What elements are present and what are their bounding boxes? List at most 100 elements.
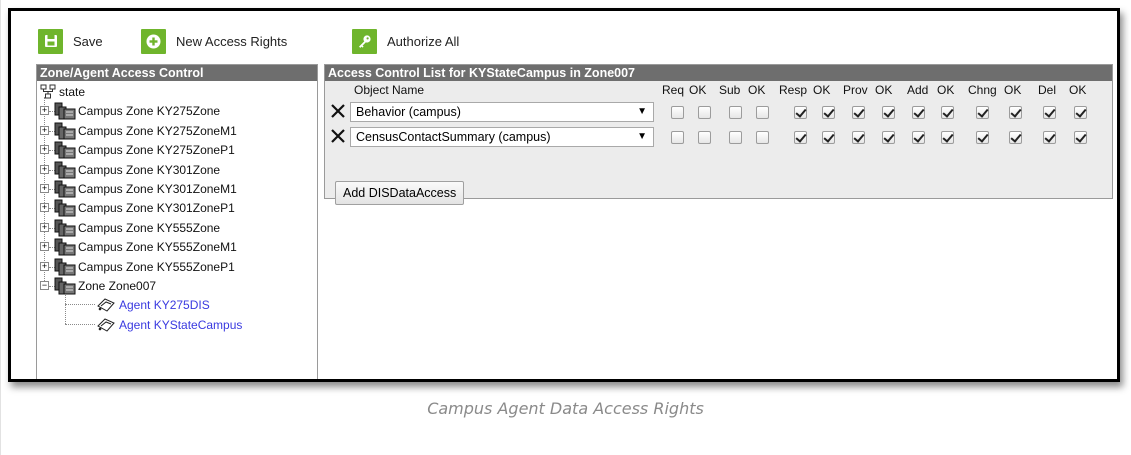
expand-toggle[interactable]: + xyxy=(40,222,49,232)
permission-checkbox[interactable] xyxy=(882,131,895,144)
permission-checkbox[interactable] xyxy=(756,131,769,144)
header-del: Del xyxy=(1038,83,1057,97)
permission-checkbox[interactable] xyxy=(976,106,989,119)
server-icon xyxy=(54,161,76,179)
access-control-list-panel: Access Control List for KYStateCampus in… xyxy=(324,64,1113,205)
permission-checkbox[interactable] xyxy=(941,106,954,119)
dropdown-arrow-icon: ▼ xyxy=(637,106,647,117)
expand-toggle[interactable]: + xyxy=(40,164,49,174)
new-access-rights-button[interactable]: New Access Rights xyxy=(141,28,287,54)
permission-checkbox[interactable] xyxy=(1009,131,1022,144)
permission-checkbox[interactable] xyxy=(671,131,684,144)
permission-checkbox[interactable] xyxy=(794,106,807,119)
tree-zone-item[interactable]: Campus Zone KY275ZoneP1 xyxy=(54,140,235,160)
permission-checkbox[interactable] xyxy=(756,106,769,119)
tree-agent-label: Agent KYStateCampus xyxy=(119,317,243,332)
tree-root-label: state xyxy=(59,85,86,99)
authorize-all-button[interactable]: Authorize All xyxy=(352,28,459,54)
server-icon xyxy=(54,277,76,295)
permission-checkbox[interactable] xyxy=(729,131,742,144)
tree-agent-item[interactable]: Agent KY275DIS xyxy=(96,295,210,315)
tree-zone-label: Campus Zone KY555Zone xyxy=(78,220,221,235)
server-icon xyxy=(54,141,76,159)
tree-zone-label: Campus Zone KY301Zone xyxy=(78,162,221,177)
permission-checkbox[interactable] xyxy=(1074,131,1087,144)
permission-checkbox[interactable] xyxy=(698,131,711,144)
permission-checkbox[interactable] xyxy=(729,106,742,119)
acl-row: Behavior (campus) ▼ xyxy=(325,101,1112,125)
tree-zone-label: Campus Zone KY275Zone xyxy=(78,104,221,119)
permission-checkbox[interactable] xyxy=(882,106,895,119)
header-object-name: Object Name xyxy=(354,83,425,97)
tree-connector xyxy=(65,294,66,324)
permission-checkbox[interactable] xyxy=(941,131,954,144)
permission-checkbox[interactable] xyxy=(1043,131,1056,144)
save-label: Save xyxy=(73,33,103,49)
tree-zone-label: Campus Zone KY301ZoneM1 xyxy=(78,182,237,196)
expand-toggle[interactable]: + xyxy=(40,145,49,155)
header-req: Req xyxy=(662,83,685,97)
screenshot-frame: Save New Access Rights Authorize All Zon… xyxy=(8,8,1120,382)
permission-checkbox[interactable] xyxy=(822,131,835,144)
expand-toggle[interactable]: + xyxy=(40,203,49,213)
tree-zone-item[interactable]: Campus Zone KY555Zone xyxy=(54,218,220,238)
header-chng-ok: OK xyxy=(1004,83,1022,97)
authorize-all-label: Authorize All xyxy=(387,33,460,49)
tree-zone-item[interactable]: Zone Zone007 xyxy=(54,276,156,296)
permission-checkbox[interactable] xyxy=(1074,106,1087,119)
permission-checkbox[interactable] xyxy=(698,106,711,119)
expand-toggle[interactable]: + xyxy=(40,242,49,252)
tree-zone-item[interactable]: Campus Zone KY555ZoneP1 xyxy=(54,257,235,277)
header-prov-ok: OK xyxy=(875,83,893,97)
permission-checkbox[interactable] xyxy=(912,131,925,144)
save-button[interactable]: Save xyxy=(38,28,103,54)
permission-checkbox[interactable] xyxy=(852,131,865,144)
tree-zone-item[interactable]: Campus Zone KY275ZoneM1 xyxy=(54,121,237,141)
expand-toggle[interactable]: + xyxy=(40,106,49,116)
tree-zone-item[interactable]: Campus Zone KY301ZoneP1 xyxy=(54,198,235,218)
agent-icon xyxy=(97,318,115,332)
expand-toggle[interactable]: + xyxy=(40,125,49,135)
tree-agent-label: Agent KY275DIS xyxy=(119,298,210,313)
tree-root-state[interactable]: state xyxy=(40,82,85,102)
add-disdataaccess-button[interactable]: Add DISDataAccess xyxy=(335,181,465,205)
tree-zone-item[interactable]: Campus Zone KY275Zone xyxy=(54,101,220,121)
permission-checkbox[interactable] xyxy=(976,131,989,144)
object-name-select[interactable]: Behavior (campus) ▼ xyxy=(350,102,654,122)
expand-toggle[interactable]: + xyxy=(40,261,49,271)
delete-x-icon[interactable] xyxy=(330,102,346,120)
object-name-select[interactable]: CensusContactSummary (campus) ▼ xyxy=(350,127,654,147)
collapse-toggle[interactable]: − xyxy=(40,281,49,290)
agent-icon xyxy=(97,298,115,313)
tree-zone-label: Campus Zone KY301ZoneP1 xyxy=(78,201,235,216)
tree-zone-item[interactable]: Campus Zone KY555ZoneM1 xyxy=(54,237,237,257)
header-add-ok: OK xyxy=(937,83,955,97)
plus-circle-icon xyxy=(141,28,166,54)
tree-zone-label: Campus Zone KY275ZoneP1 xyxy=(78,143,235,158)
permission-checkbox[interactable] xyxy=(671,106,684,119)
tree-zone-item[interactable]: Campus Zone KY301Zone xyxy=(54,160,220,180)
tree-zone-label: Campus Zone KY275ZoneM1 xyxy=(78,123,237,138)
permission-checkbox[interactable] xyxy=(1009,106,1022,119)
delete-x-icon[interactable] xyxy=(330,127,346,145)
tree-zone-item[interactable]: Campus Zone KY301ZoneM1 xyxy=(54,179,237,199)
acl-panel-title: Access Control List for KYStateCampus in… xyxy=(325,65,1112,81)
toolbar: Save New Access Rights Authorize All xyxy=(11,11,1117,63)
tree-zone-label: Campus Zone KY555ZoneM1 xyxy=(78,240,237,255)
tree-zone-label: Campus Zone KY555ZoneP1 xyxy=(78,259,235,274)
tree-agent-item[interactable]: Agent KYStateCampus xyxy=(96,315,242,335)
permission-checkbox[interactable] xyxy=(852,106,865,119)
permission-checkbox[interactable] xyxy=(822,106,835,119)
permission-checkbox[interactable] xyxy=(912,106,925,119)
permission-checkbox[interactable] xyxy=(1043,106,1056,119)
page-edge-rule xyxy=(0,0,1,455)
tree-zone-label: Zone Zone007 xyxy=(78,279,157,293)
header-sub: Sub xyxy=(719,83,741,97)
server-icon xyxy=(54,199,76,217)
expand-toggle[interactable]: + xyxy=(40,184,49,193)
server-icon xyxy=(54,122,76,140)
tree-connector xyxy=(65,323,95,325)
acl-column-headers: Object Name Req OK Sub OK Resp OK Prov O… xyxy=(325,81,1112,99)
object-name-value: CensusContactSummary (campus) xyxy=(356,130,551,144)
permission-checkbox[interactable] xyxy=(794,131,807,144)
